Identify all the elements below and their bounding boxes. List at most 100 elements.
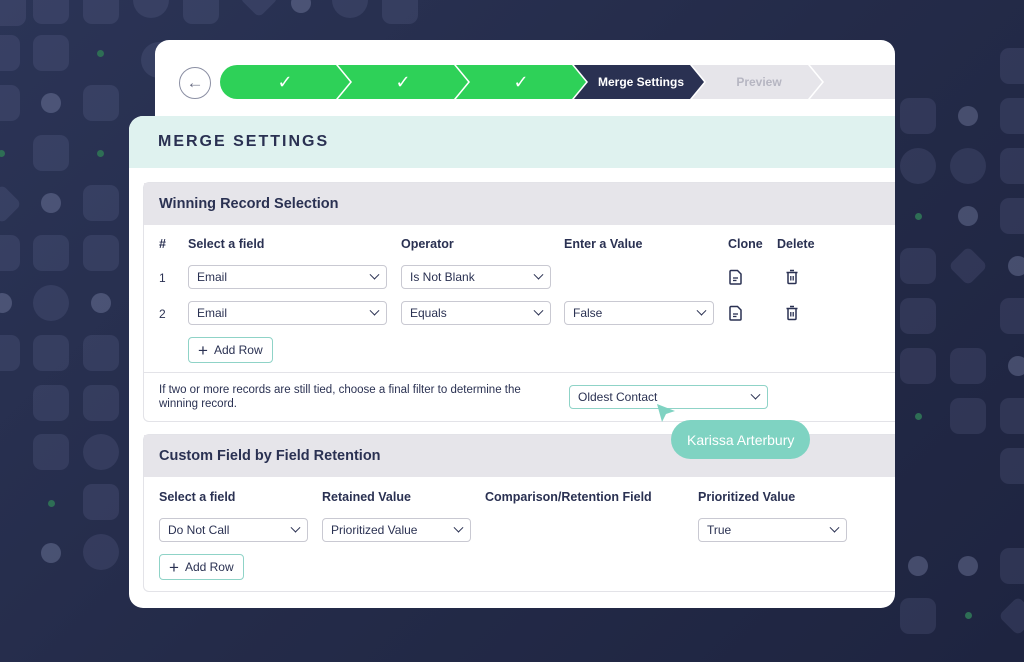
chevron-down-icon xyxy=(369,305,380,316)
bg-circle xyxy=(332,0,368,18)
delete-icon[interactable] xyxy=(785,305,799,321)
tie-breaker-description: If two or more records are still tied, c… xyxy=(159,384,521,410)
add-row-button[interactable]: + Add Row xyxy=(159,554,244,580)
bg-dot xyxy=(0,293,12,313)
bg-circle xyxy=(950,148,986,184)
bg-diamond xyxy=(239,0,279,18)
column-header-clone: Clone xyxy=(728,237,763,251)
bg-dot xyxy=(958,556,978,576)
checkmark-icon: ✓ xyxy=(395,71,411,92)
bg-square xyxy=(33,385,69,421)
bg-dot xyxy=(48,500,55,507)
delete-icon[interactable] xyxy=(785,269,799,285)
bg-square xyxy=(33,335,69,371)
bg-square xyxy=(83,335,119,371)
bg-diamond xyxy=(998,596,1024,636)
step-1-completed[interactable]: ✓ xyxy=(220,65,350,99)
select-value: Equals xyxy=(410,306,447,320)
bg-square xyxy=(1000,98,1024,134)
bg-dot xyxy=(41,193,61,213)
bg-square xyxy=(33,235,69,271)
column-header-number: # xyxy=(159,237,166,251)
bg-square xyxy=(0,85,20,121)
operator-select[interactable]: Equals xyxy=(401,301,551,325)
bg-square xyxy=(900,248,936,284)
bg-circle xyxy=(133,0,169,18)
bg-circle xyxy=(83,434,119,470)
column-header-field: Select a field xyxy=(159,490,236,504)
bg-square xyxy=(83,0,119,24)
select-value: False xyxy=(573,306,603,320)
bg-square xyxy=(0,35,20,71)
bg-circle xyxy=(83,534,119,570)
chevron-down-icon xyxy=(533,305,544,316)
bg-square xyxy=(1000,148,1024,184)
clone-icon[interactable] xyxy=(729,305,743,321)
add-row-button[interactable]: + Add Row xyxy=(188,337,273,363)
bg-circle xyxy=(900,148,936,184)
retained-value-select[interactable]: Prioritized Value xyxy=(322,518,471,542)
field-select[interactable]: Email xyxy=(188,265,387,289)
bg-square xyxy=(33,434,69,470)
merge-settings-panel: MERGE SETTINGS Winning Record Selection … xyxy=(129,116,895,608)
collaborator-cursor-icon xyxy=(657,404,675,422)
row-number: 2 xyxy=(159,307,166,321)
bg-square xyxy=(1000,448,1024,484)
plus-icon: + xyxy=(198,340,208,360)
chevron-down-icon xyxy=(453,522,464,533)
column-header-comparison: Comparison/Retention Field xyxy=(485,490,652,504)
bg-square xyxy=(1000,548,1024,584)
bg-square xyxy=(83,185,119,221)
select-value: Oldest Contact xyxy=(578,390,658,404)
field-select[interactable]: Do Not Call xyxy=(159,518,308,542)
step-label: Merge Settings xyxy=(597,75,684,89)
bg-square xyxy=(33,35,69,71)
bg-square xyxy=(83,85,119,121)
bg-circle xyxy=(33,285,69,321)
chevron-down-icon xyxy=(829,522,840,533)
step-2-completed[interactable]: ✓ xyxy=(338,65,468,99)
bg-dot xyxy=(958,206,978,226)
bg-square xyxy=(1000,198,1024,234)
chevron-down-icon xyxy=(750,389,761,400)
bg-diamond xyxy=(948,246,988,286)
bg-diamond xyxy=(0,184,22,224)
column-header-field: Select a field xyxy=(188,237,265,251)
back-button[interactable]: ← xyxy=(179,67,211,99)
bg-dot xyxy=(41,543,61,563)
bg-square xyxy=(900,348,936,384)
value-select[interactable]: False xyxy=(564,301,714,325)
chevron-down-icon xyxy=(533,269,544,280)
bg-dot xyxy=(91,293,111,313)
checkmark-icon: ✓ xyxy=(277,71,293,92)
column-header-value: Enter a Value xyxy=(564,237,643,251)
select-value: True xyxy=(707,523,732,537)
row-number: 1 xyxy=(159,271,166,285)
bg-square xyxy=(1000,298,1024,334)
bg-square xyxy=(0,335,20,371)
bg-square xyxy=(900,598,936,634)
column-header-delete: Delete xyxy=(777,237,815,251)
bg-dot xyxy=(965,612,972,619)
step-3-completed[interactable]: ✓ xyxy=(456,65,586,99)
bg-square xyxy=(33,135,69,171)
step-preview[interactable]: Preview xyxy=(692,65,822,99)
step-label: Preview xyxy=(736,75,782,89)
add-row-label: Add Row xyxy=(184,560,234,574)
chevron-down-icon xyxy=(369,269,380,280)
field-select[interactable]: Email xyxy=(188,301,387,325)
prioritized-value-select[interactable]: True xyxy=(698,518,847,542)
select-value: Email xyxy=(197,306,228,320)
divider xyxy=(144,372,895,373)
bg-dot xyxy=(915,213,922,220)
bg-square xyxy=(1000,398,1024,434)
bg-square xyxy=(83,484,119,520)
step-merge-settings[interactable]: Merge Settings xyxy=(574,65,704,99)
bg-dot xyxy=(1008,256,1024,276)
bg-dot xyxy=(915,413,922,420)
clone-icon[interactable] xyxy=(729,269,743,285)
bg-square xyxy=(183,0,219,24)
plus-icon: + xyxy=(169,557,179,577)
select-value: Email xyxy=(197,270,228,284)
operator-select[interactable]: Is Not Blank xyxy=(401,265,551,289)
